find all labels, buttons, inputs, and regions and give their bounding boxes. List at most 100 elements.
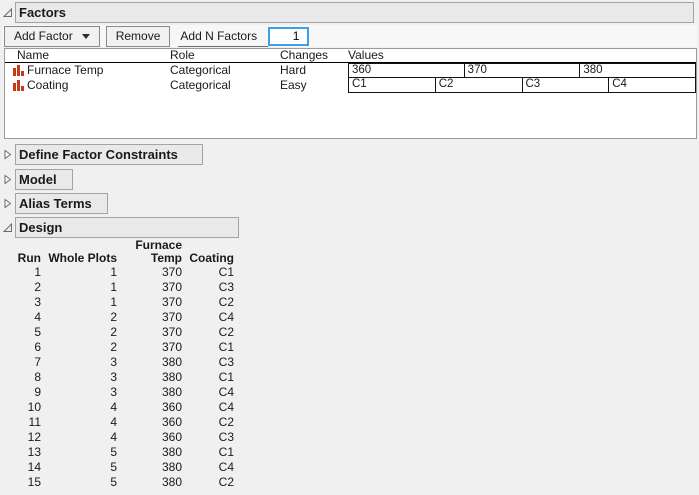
design-cell-whole-plots: 2 (110, 310, 117, 324)
model-title[interactable]: Model (15, 169, 73, 190)
design-cell-furnace-temp: 370 (161, 310, 182, 324)
design-cell-run: 3 (34, 295, 41, 309)
factor-value-cell[interactable]: C4 (608, 77, 696, 93)
design-header-cell: Temp (150, 251, 182, 265)
design-cell-coating: C1 (218, 265, 234, 279)
add-factor-button[interactable]: Add Factor (4, 25, 100, 47)
factor-name-cell[interactable]: Coating (5, 78, 170, 93)
column-header-changes: Changes (280, 48, 329, 62)
column-header-name: Name (17, 48, 50, 62)
design-cell-coating: C4 (218, 385, 234, 399)
design-cell-run: 10 (27, 400, 41, 414)
design-cell-whole-plots: 4 (110, 415, 117, 429)
design-cell-furnace-temp: 370 (161, 340, 182, 354)
define-factor-constraints-title[interactable]: Define Factor Constraints (15, 144, 203, 165)
design-cell-furnace-temp: 360 (161, 430, 182, 444)
factor-value-cell[interactable]: C3 (521, 77, 610, 93)
factors-toolbar: Add Factor Remove Add N Factors (2, 25, 697, 47)
factor-name-cell[interactable]: Furnace Temp (5, 63, 170, 78)
design-cell-run: 13 (27, 445, 41, 459)
design-cell-furnace-temp: 370 (161, 280, 182, 294)
design-cell-whole-plots: 4 (110, 400, 117, 414)
design-cell-whole-plots: 1 (110, 295, 117, 309)
design-cell-whole-plots: 3 (110, 385, 117, 399)
design-cell-furnace-temp: 360 (161, 400, 182, 414)
factors-title[interactable]: Factors (15, 2, 694, 23)
factor-name-label: Coating (27, 78, 69, 92)
factor-values: C1 C2 C3 C4 (348, 77, 696, 93)
factor-name-label: Furnace Temp (27, 63, 104, 77)
design-cell-whole-plots: 5 (110, 475, 117, 489)
design-cell-furnace-temp: 380 (161, 385, 182, 399)
factor-values: 360 370 380 (348, 63, 697, 78)
factors-table: Name Role Changes Values Furnace Temp Cat… (4, 48, 697, 139)
factors-outline-header: Factors (2, 2, 694, 23)
design-outline: Design (2, 217, 694, 238)
design-cell-whole-plots: 2 (110, 325, 117, 339)
factor-value-cell[interactable]: 380 (579, 63, 697, 78)
factor-changes-cell[interactable]: Hard (280, 63, 348, 78)
factor-role-cell[interactable]: Categorical (170, 78, 280, 93)
factor-value-cell[interactable]: 360 (348, 63, 465, 78)
design-cell-run: 2 (34, 280, 41, 294)
add-n-factors-button[interactable]: Add N Factors (178, 26, 269, 47)
factor-role-cell[interactable]: Categorical (170, 63, 280, 78)
design-cell-whole-plots: 2 (110, 340, 117, 354)
design-cell-run: 4 (34, 310, 41, 324)
categorical-bars-icon (13, 80, 24, 91)
design-cell-whole-plots: 4 (110, 430, 117, 444)
design-cell-coating: C1 (218, 445, 234, 459)
design-cell-run: 7 (34, 355, 41, 369)
design-cell-whole-plots: 5 (110, 445, 117, 459)
alias-terms-title[interactable]: Alias Terms (15, 193, 108, 214)
factors-collapse-icon[interactable] (2, 7, 13, 18)
design-cell-furnace-temp: 370 (161, 265, 182, 279)
collapsed-triangle-icon[interactable] (2, 149, 13, 160)
column-header-values: Values (348, 48, 384, 62)
custom-design-window: Factors Add Factor Remove Add N Factors … (0, 0, 699, 495)
design-cell-furnace-temp: 360 (161, 415, 182, 429)
design-cell-run: 6 (34, 340, 41, 354)
column-header-role: Role (170, 48, 195, 62)
factor-value-cell[interactable]: C2 (434, 77, 523, 93)
add-factor-label: Add Factor (14, 29, 73, 43)
design-cell-coating: C1 (218, 370, 234, 384)
factors-table-header: Name Role Changes Values (5, 49, 696, 63)
design-collapse-icon[interactable] (2, 222, 13, 233)
design-cell-run: 9 (34, 385, 41, 399)
design-cell-run: 14 (27, 460, 41, 474)
design-cell-coating: C4 (218, 460, 234, 474)
design-table: Furnace Run Whole Plots Temp Coating 1 1 370 C1 2… (5, 239, 699, 490)
design-cell-run: 5 (34, 325, 41, 339)
design-cell-run: 12 (27, 430, 41, 444)
collapsed-triangle-icon[interactable] (2, 198, 13, 209)
design-cell-furnace-temp: 380 (161, 445, 182, 459)
design-cell-run: 11 (28, 415, 41, 429)
design-cell-coating: C2 (218, 295, 234, 309)
design-cell-furnace-temp: 370 (161, 325, 182, 339)
collapsed-triangle-icon[interactable] (2, 174, 13, 185)
design-cell-run: 15 (27, 475, 41, 489)
design-header-cell: Run (17, 251, 41, 265)
design-title[interactable]: Design (15, 217, 239, 238)
categorical-bars-icon (13, 65, 24, 76)
factors-table-body: Furnace Temp Categorical Hard 360 370 380 Coat… (5, 63, 697, 93)
factor-changes-cell[interactable]: Easy (280, 78, 348, 93)
remove-button[interactable]: Remove (105, 25, 171, 47)
design-cell-run: 8 (34, 370, 41, 384)
design-cell-coating: C4 (218, 400, 234, 414)
design-cell-whole-plots: 1 (110, 265, 117, 279)
design-cell-whole-plots: 3 (110, 355, 117, 369)
dropdown-caret-icon (81, 33, 90, 39)
design-cell-furnace-temp: 380 (161, 475, 182, 489)
design-cell-coating: C1 (218, 340, 234, 354)
factor-value-cell[interactable]: 370 (463, 63, 581, 78)
design-header-cell: Coating (189, 251, 234, 265)
design-cell-coating: C4 (218, 310, 234, 324)
add-n-factors-input[interactable] (268, 26, 310, 46)
remove-label: Remove (115, 29, 161, 43)
factor-value-cell[interactable]: C1 (348, 77, 436, 93)
design-cell-furnace-temp: 380 (161, 460, 182, 474)
design-cell-whole-plots: 3 (110, 370, 117, 384)
design-cell-furnace-temp: 370 (161, 295, 182, 309)
